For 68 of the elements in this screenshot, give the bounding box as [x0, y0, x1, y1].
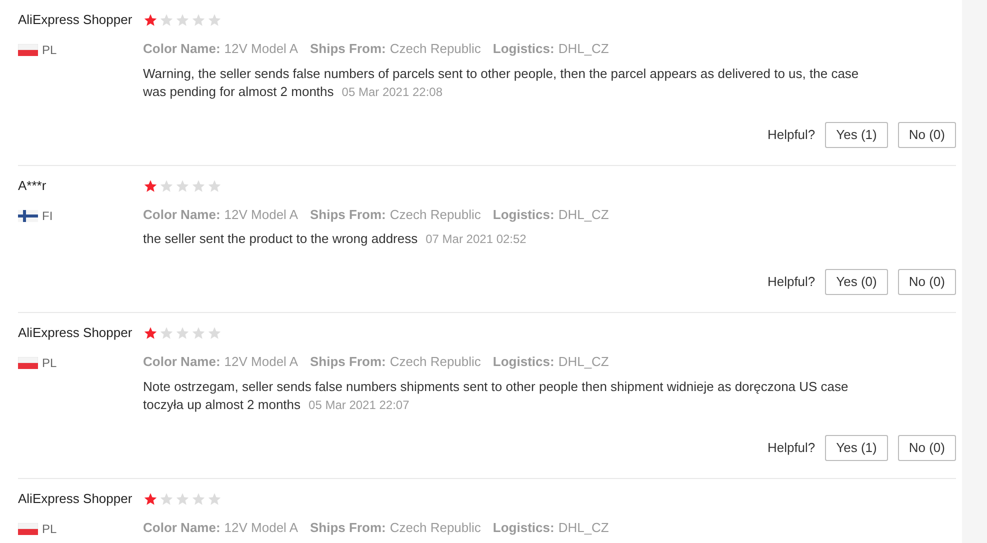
attribute-label: Ships From:: [310, 518, 386, 537]
review-text: Note ostrzegam, seller sends false numbers shipments sent to other people then shipment widnieje as doręczona US case toczyła up almost 2 months 05 Mar 2021 22:07: [143, 378, 850, 414]
yes-button[interactable]: Yes (1): [825, 122, 888, 148]
attribute-value: DHL_CZ: [558, 40, 609, 58]
attribute-value: Czech Republic: [390, 40, 481, 58]
helpful-label: Helpful?: [767, 126, 816, 144]
star-icon: [175, 13, 190, 27]
star-icon: [207, 326, 222, 340]
flag-icon: [18, 522, 38, 534]
attribute-value: 12V Model A: [224, 353, 298, 371]
star-icon: [143, 326, 158, 340]
helpful-label: Helpful?: [767, 438, 816, 457]
review-text: the seller sent the product to the wrong address 07 Mar 2021 02:52: [143, 230, 528, 248]
reviewer-name: AliExpress Shopper: [18, 324, 134, 342]
star-icon: [207, 13, 222, 27]
country-code: FI: [42, 208, 53, 224]
star-icon: [143, 13, 158, 27]
attribute-label: Color Name:: [143, 353, 220, 371]
star-icon: [207, 492, 222, 506]
star-icon: [191, 326, 206, 340]
star-icon: [159, 178, 174, 192]
reviewer-name: AliExpress Shopper: [18, 490, 134, 508]
attribute-value: 12V Model A: [224, 40, 298, 58]
star-icon: [159, 492, 174, 506]
attribute-value: 12V Model A: [224, 518, 298, 536]
attribute-value: DHL_CZ: [558, 518, 609, 537]
attribute-label: Logistics:: [492, 518, 554, 537]
attribute-value: 12V Model A: [224, 206, 298, 224]
attribute-label: Ships From:: [310, 353, 386, 371]
star-icon: [143, 178, 158, 192]
star-icon: [175, 178, 190, 192]
attribute-label: Ships From:: [310, 40, 386, 58]
country-code: PL: [42, 520, 57, 538]
attribute-value: Czech Republic: [390, 518, 481, 537]
star-icon: [175, 326, 190, 340]
star-icon: [159, 13, 174, 27]
reviewer-name: A***r: [18, 176, 48, 194]
star-icon: [191, 13, 206, 27]
reviewer-name: AliExpress Shopper: [18, 11, 134, 29]
star-icon: [191, 178, 206, 192]
attribute-label: Logistics:: [492, 353, 554, 371]
country-code: PL: [42, 355, 57, 372]
star-icon: [159, 326, 174, 340]
country-code: PL: [42, 42, 57, 59]
attribute-label: Color Name:: [143, 40, 220, 58]
flag-icon: [18, 210, 38, 222]
attribute-label: Color Name:: [143, 518, 220, 536]
attribute-label: Logistics:: [492, 40, 554, 58]
star-icon: [191, 492, 206, 506]
review-text: Warning, the seller sends false numbers of parcels sent to other people, then the parcel appears as delivered to us, the case was pending for almost 2 months 05 Mar 2021 22:08: [143, 64, 860, 100]
star-icon: [175, 492, 190, 506]
no-button[interactable]: No (0): [898, 434, 956, 460]
attribute-value: Czech Republic: [390, 353, 481, 371]
helpful-label: Helpful?: [767, 273, 816, 292]
yes-button[interactable]: Yes (0): [825, 269, 888, 295]
attribute-label: Color Name:: [143, 206, 220, 224]
yes-button[interactable]: Yes (1): [825, 434, 888, 460]
no-button[interactable]: No (0): [898, 269, 956, 295]
no-button[interactable]: No (0): [898, 122, 956, 148]
attribute-value: DHL_CZ: [558, 206, 609, 224]
attribute-value: DHL_CZ: [558, 353, 609, 371]
attribute-label: Logistics:: [492, 206, 554, 224]
flag-icon: [18, 357, 38, 369]
attribute-label: Ships From:: [310, 206, 386, 224]
star-icon: [143, 492, 158, 506]
attribute-value: Czech Republic: [390, 206, 481, 224]
star-icon: [207, 178, 222, 192]
flag-icon: [18, 44, 38, 56]
